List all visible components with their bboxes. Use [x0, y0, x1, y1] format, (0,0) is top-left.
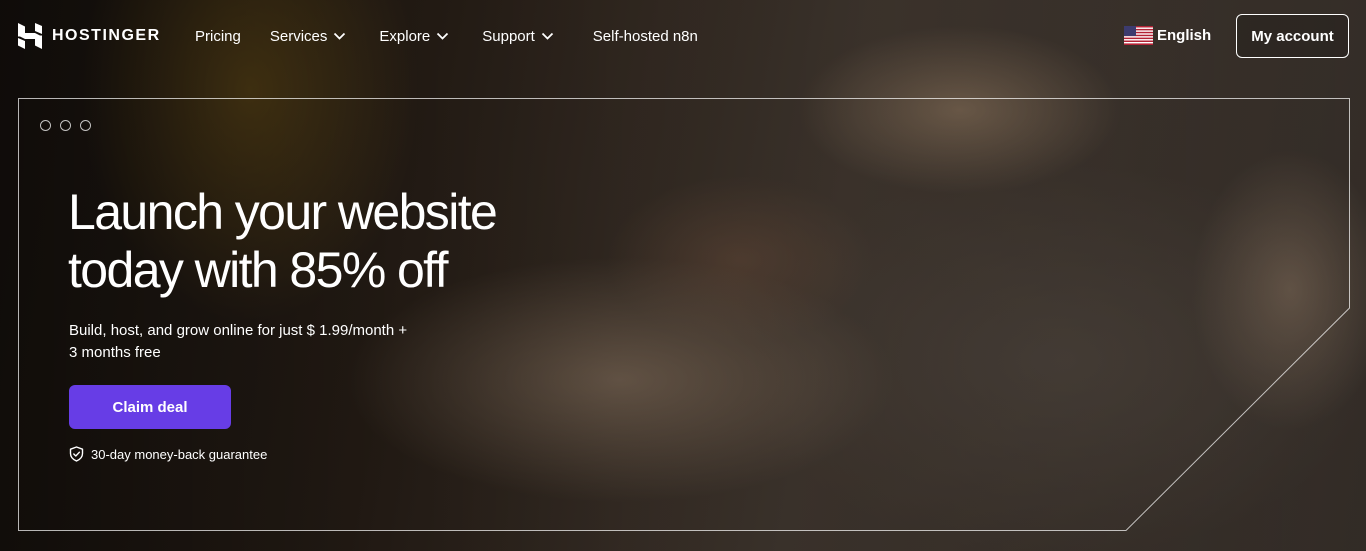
- shield-check-icon: [69, 446, 84, 462]
- window-dot: [80, 120, 91, 131]
- money-back-guarantee: 30-day money-back guarantee: [69, 446, 267, 462]
- hero-title-line-2: today with 85% off: [68, 242, 448, 298]
- hero-subtitle: Build, host, and grow online for just $ …: [69, 320, 429, 364]
- hero-title-line-1: Launch your website: [68, 184, 498, 240]
- window-dot: [40, 120, 51, 131]
- window-dot: [60, 120, 71, 131]
- window-dots: [40, 120, 91, 131]
- hero-subtitle-line-2: 3 months free: [69, 344, 161, 361]
- hero-title: Launch your website today with 85% off: [68, 183, 588, 299]
- guarantee-text: 30-day money-back guarantee: [91, 446, 268, 462]
- hero-subtitle-line-1: Build, host, and grow online for just $ …: [69, 322, 408, 339]
- claim-deal-button[interactable]: Claim deal: [69, 385, 231, 429]
